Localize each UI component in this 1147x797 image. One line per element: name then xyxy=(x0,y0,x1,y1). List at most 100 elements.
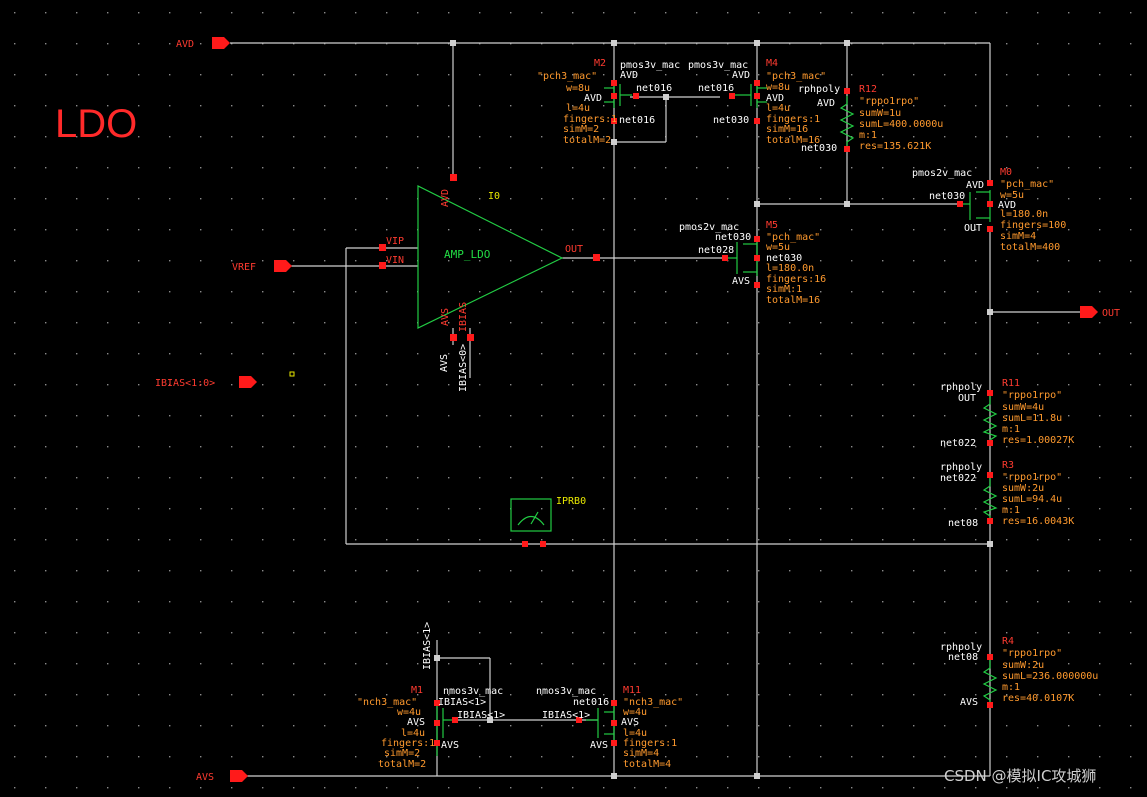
pin-avd-label: AVD xyxy=(176,39,194,50)
m0-p5: totalM=400 xyxy=(1000,242,1060,253)
m4-net-d: net030 xyxy=(713,115,749,126)
current-probe-iprb0[interactable]: IPRB0 xyxy=(510,496,586,547)
m0-net-s: AVD xyxy=(966,180,984,191)
amp-avs-label: AVS xyxy=(440,308,451,326)
r4-model: "rppo1rpo" xyxy=(1002,648,1062,659)
m0-model: "pch_mac" xyxy=(1000,179,1054,190)
transistor-m2[interactable]: M2 pmos3v_mac "pch3_mac" w=8u l=4u finge… xyxy=(537,58,680,146)
m11-net-g: IBIAS<1> xyxy=(542,710,590,721)
r4-p3: m:1 xyxy=(1002,682,1020,693)
r3-net-top: net022 xyxy=(940,473,976,484)
amp-ldo[interactable]: AMP_LDO I0 VIP VIN OUT AVD AVS IBIAS AVS… xyxy=(379,174,600,392)
r11-net-bot: net022 xyxy=(940,438,976,449)
m4-net-s: AVD xyxy=(732,70,750,81)
pin-avs[interactable]: AVS xyxy=(196,770,248,783)
r11-cell: rphpoly xyxy=(940,382,982,393)
cursor-marker xyxy=(289,371,295,377)
r3-p2: sumL=94.4u xyxy=(1002,494,1062,505)
m2-name: M2 xyxy=(594,58,606,69)
m5-name: M5 xyxy=(766,220,778,231)
amp-cell-name: AMP_LDO xyxy=(444,248,490,261)
r12-p1: sumW=1u xyxy=(859,108,901,119)
m2-net-g: net016 xyxy=(636,83,672,94)
m5-p1: w=5u xyxy=(766,242,790,253)
m5-p2: l=180.0n xyxy=(766,263,814,274)
m0-name: M0 xyxy=(1000,167,1012,178)
pin-avd[interactable]: AVD xyxy=(176,37,230,50)
m4-name: M4 xyxy=(766,58,778,69)
m1-p4: simM=2 xyxy=(384,748,420,759)
pin-ibias-label: IBIAS<1:0> xyxy=(155,378,215,389)
m11-cell: nmos3v_mac xyxy=(536,686,596,697)
r3-p4: res=16.0043K xyxy=(1002,516,1074,527)
amp-avd-label: AVD xyxy=(440,189,451,207)
m4-p2: l=4u xyxy=(766,103,790,114)
m2-p2: l=4u xyxy=(566,103,590,114)
amp-vin-label: VIN xyxy=(386,255,404,266)
m2-model: "pch3_mac" xyxy=(537,71,597,82)
r11-p1: sumW=4u xyxy=(1002,402,1044,413)
pin-ibias[interactable]: IBIAS<1:0> xyxy=(155,376,257,389)
r3-p3: m:1 xyxy=(1002,505,1020,516)
r12-cell: rphpoly xyxy=(798,84,840,95)
watermark: CSDN @模拟IC攻城狮 xyxy=(944,767,1096,785)
pin-out-label: OUT xyxy=(1102,308,1120,319)
m0-net-g: net030 xyxy=(929,191,965,202)
m0-cell: pmos2v_mac xyxy=(912,168,972,179)
resistor-r4[interactable]: R4 rphpoly "rppo1rpo" sumW:2u sumL=236.0… xyxy=(940,636,1098,708)
m4-net-g: net016 xyxy=(698,83,734,94)
pin-vref[interactable]: VREF xyxy=(232,260,292,273)
transistor-m11[interactable]: M11 nmos3v_mac "nch3_mac" w=4u l=4u fing… xyxy=(536,685,683,770)
m2-p5: totalM=2 xyxy=(563,135,611,146)
r4-p4: res=40.0107K xyxy=(1002,693,1074,704)
schematic-title: LDO xyxy=(55,102,137,146)
amp-vip-label: VIP xyxy=(386,236,404,247)
transistor-m5[interactable]: M5 pmos2v_mac "pch_mac" w=5u l=180.0n fi… xyxy=(679,220,826,306)
m5-net-s: net030 xyxy=(715,232,751,243)
m5-p4: simM:1 xyxy=(766,284,802,295)
r12-name: R12 xyxy=(859,84,877,95)
r11-p2: sumL=11.8u xyxy=(1002,413,1062,424)
m11-p4: simM=4 xyxy=(623,748,659,759)
m1-net-s: AVS xyxy=(407,717,425,728)
m1-cell: nmos3v_mac xyxy=(443,686,503,697)
r3-net-bot: net08 xyxy=(948,518,978,529)
r11-model: "rppo1rpo" xyxy=(1002,390,1062,401)
m5-net-g: net028 xyxy=(698,245,734,256)
resistor-r11[interactable]: R11 rphpoly "rppo1rpo" sumW=4u sumL=11.8… xyxy=(940,378,1074,449)
schematic-canvas[interactable]: LDO AVD VREF IBIAS<1:0> AVS OUT AMP_LDO … xyxy=(0,0,1147,797)
resistor-r3[interactable]: R3 rphpoly "rppo1rpo" sumW:2u sumL=94.4u… xyxy=(940,460,1074,529)
r3-p1: sumW:2u xyxy=(1002,483,1044,494)
transistor-m0[interactable]: M0 pmos2v_mac "pch_mac" w=5u l=180.0n fi… xyxy=(912,167,1066,253)
m1-net-b: AVS xyxy=(441,740,459,751)
m11-name: M11 xyxy=(623,685,641,696)
r11-p4: res=1.00027K xyxy=(1002,435,1074,446)
m11-p5: totalM=4 xyxy=(623,759,671,770)
m2-p4: simM=2 xyxy=(563,124,599,135)
r12-p2: sumL=400.0000u xyxy=(859,119,943,130)
m5-net-b: net030 xyxy=(766,253,802,264)
amp-ibias-label: IBIAS xyxy=(458,302,469,332)
r4-p1: sumW:2u xyxy=(1002,660,1044,671)
amp-instance: I0 xyxy=(488,191,500,202)
transistor-m1[interactable]: M1 nmos3v_mac "nch3_mac" w=4u l=4u finge… xyxy=(357,622,505,770)
m5-net-d: AVS xyxy=(732,276,750,287)
r4-net-top: net08 xyxy=(948,652,978,663)
wires xyxy=(230,42,1080,777)
r12-p4: res=135.621K xyxy=(859,141,931,152)
amp-out-label: OUT xyxy=(565,244,583,255)
amp-net-avs: AVS xyxy=(439,354,450,372)
m0-net-d: OUT xyxy=(964,223,982,234)
m1-net-g: IBIAS<1> xyxy=(438,697,486,708)
r12-p3: m:1 xyxy=(859,130,877,141)
m5-p5: totalM=16 xyxy=(766,295,820,306)
pin-avs-label: AVS xyxy=(196,772,214,783)
m0-p4: simM=4 xyxy=(1000,231,1036,242)
m1-name: M1 xyxy=(411,685,423,696)
m1-net-top: IBIAS<1> xyxy=(422,622,433,670)
m11-net-b: AVS xyxy=(590,740,608,751)
r4-net-bot: AVS xyxy=(960,697,978,708)
r3-model: "rppo1rpo" xyxy=(1002,472,1062,483)
pin-out[interactable]: OUT xyxy=(1080,306,1120,319)
r12-net-bot: net030 xyxy=(801,143,837,154)
